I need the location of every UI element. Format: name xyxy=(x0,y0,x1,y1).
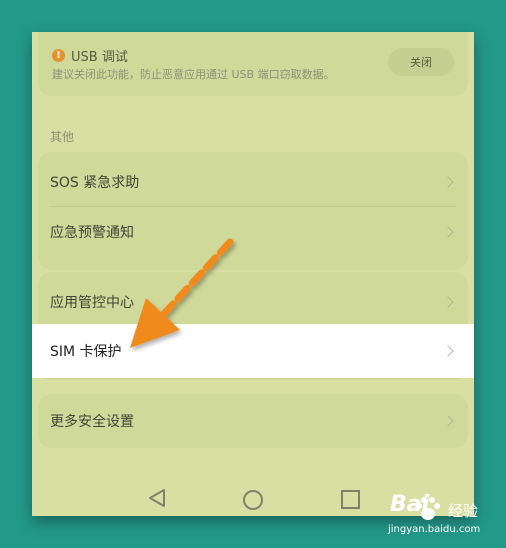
chevron-right-icon xyxy=(442,176,454,188)
chevron-right-icon xyxy=(442,296,454,308)
list-item-sim-card-protection[interactable]: SIM 卡保护 xyxy=(32,324,474,378)
section-label-other: 其他 xyxy=(50,130,75,144)
list-item-sos[interactable]: SOS 紧急求助 xyxy=(38,156,468,208)
list-item-emergency-alerts[interactable]: 应急预警通知 xyxy=(38,206,468,258)
usb-debug-header: ! USB 调试 xyxy=(52,46,128,65)
watermark-url: jingyan.baidu.com xyxy=(388,524,481,535)
list-item-label: 应急预警通知 xyxy=(50,225,134,241)
chevron-right-icon xyxy=(442,226,454,238)
recent-apps-icon[interactable] xyxy=(341,490,360,509)
sim-card-row: SIM 卡保护 xyxy=(38,325,468,377)
back-icon[interactable] xyxy=(148,488,166,508)
usb-debug-title: USB 调试 xyxy=(71,50,128,65)
list-item-label: 应用管控中心 xyxy=(50,295,134,311)
arrow-annotation-icon xyxy=(130,238,234,348)
warning-icon: ! xyxy=(52,49,65,62)
usb-debug-card: ! USB 调试 建议关闭此功能，防止恶意应用通过 USB 端口窃取数据。 关闭 xyxy=(38,32,468,96)
watermark-name: 经验 xyxy=(448,502,479,520)
usb-debug-description: 建议关闭此功能，防止恶意应用通过 USB 端口窃取数据。 xyxy=(52,68,335,81)
list-item-label: 更多安全设置 xyxy=(50,414,134,430)
list-item-more-security-settings[interactable]: 更多安全设置 xyxy=(38,395,468,447)
chevron-right-icon xyxy=(442,345,454,357)
list-item-app-control-center[interactable]: 应用管控中心 xyxy=(38,276,468,328)
close-usb-debug-button[interactable]: 关闭 xyxy=(388,48,454,76)
chevron-right-icon xyxy=(442,415,454,427)
watermark: Bai 经验 jingyan.baidu.com xyxy=(386,490,501,542)
phone-screen: ! USB 调试 建议关闭此功能，防止恶意应用通过 USB 端口窃取数据。 关闭… xyxy=(32,32,474,516)
paw-icon xyxy=(416,497,440,520)
list-item-label: SIM 卡保护 xyxy=(50,344,122,360)
list-item-label: SOS 紧急求助 xyxy=(50,175,140,191)
home-icon[interactable] xyxy=(243,490,263,510)
